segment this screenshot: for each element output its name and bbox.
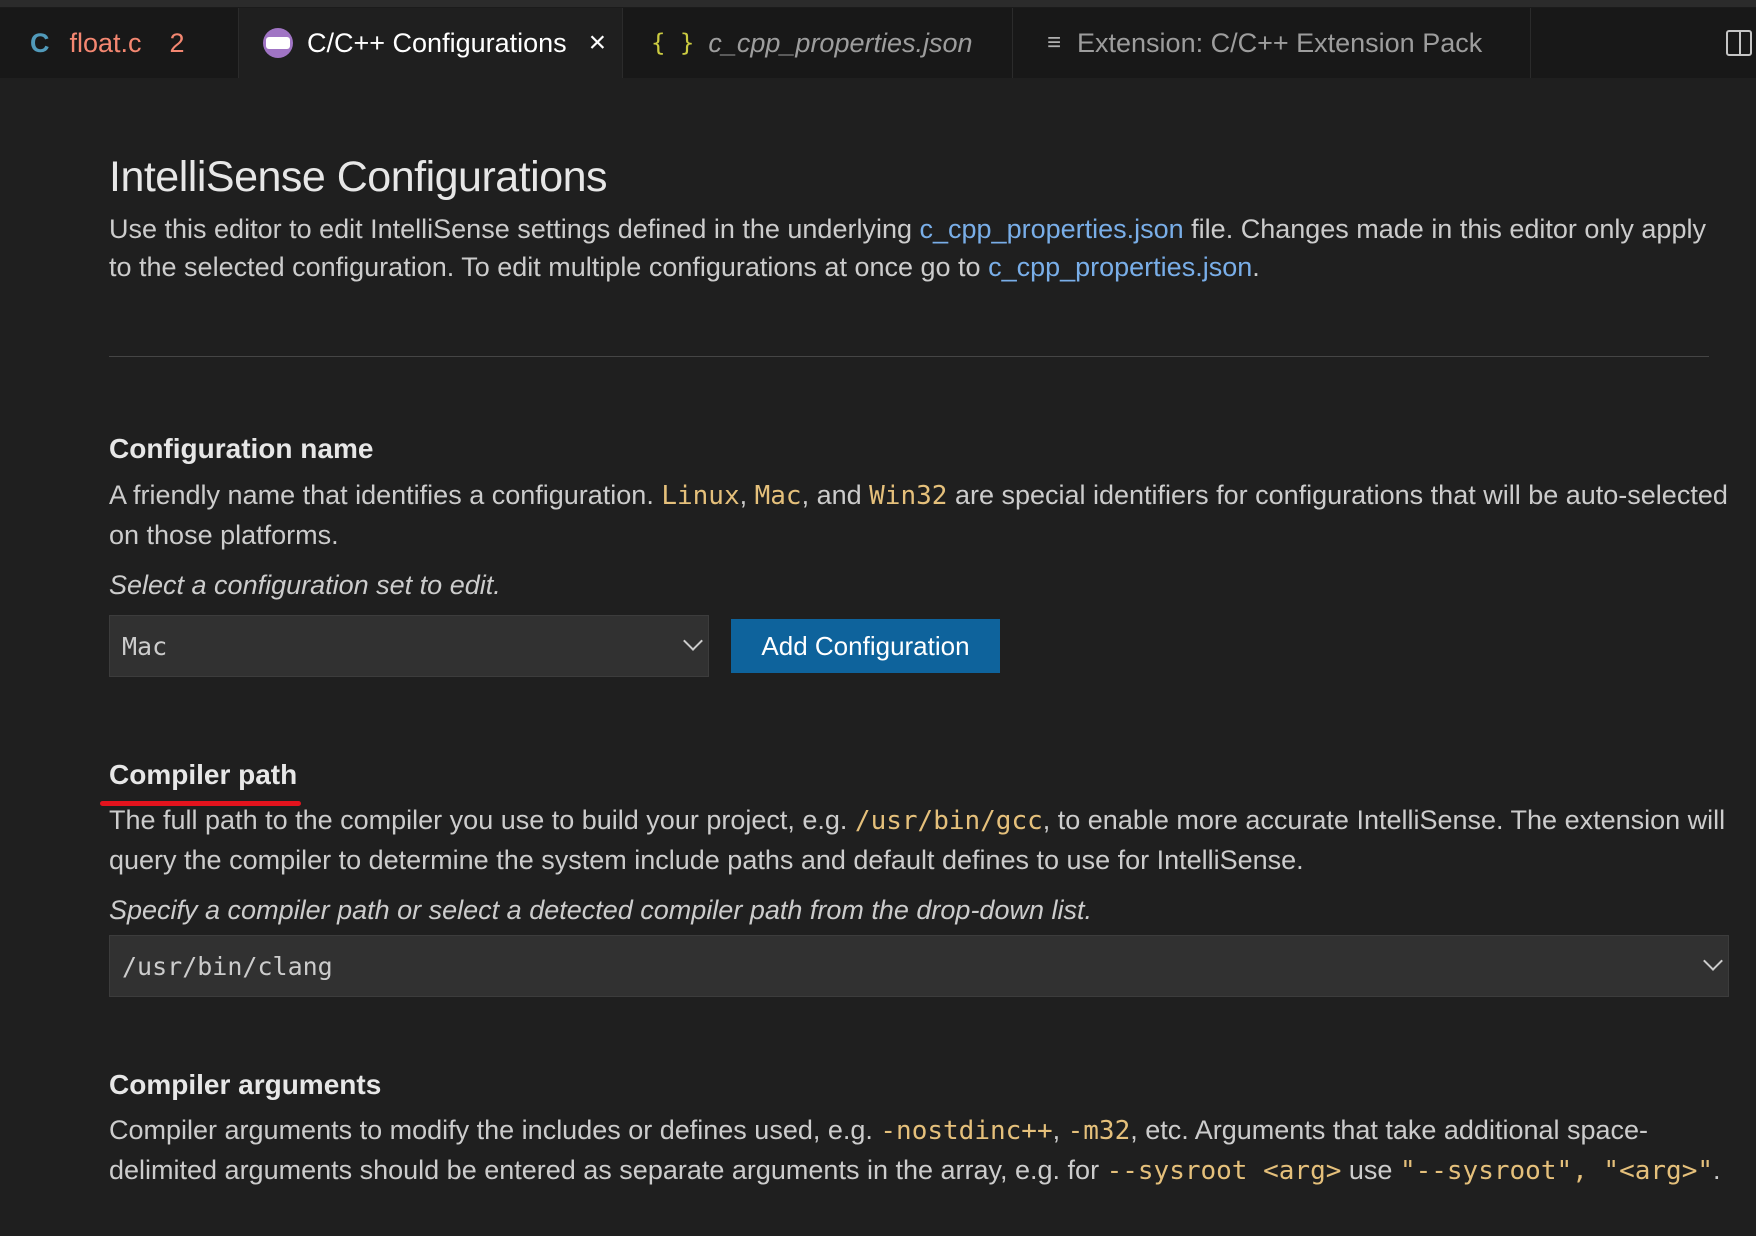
section-heading: Compiler path [109,759,298,790]
c-language-icon: C [30,27,50,58]
desc-part: , and [801,480,870,510]
compiler-path-section: Compiler path The full path to the compi… [100,759,1729,997]
section-description: A friendly name that identifies a config… [109,476,1729,555]
compiler-path-value: /usr/bin/clang [122,951,333,981]
compiler-arguments-section: Compiler arguments Compiler arguments to… [109,1069,1729,1191]
chevron-down-icon[interactable] [1703,951,1723,971]
tab-c-cpp-properties-json[interactable]: { } c_cpp_properties.json [623,8,1013,78]
inline-code: Mac [754,481,802,511]
divider [109,356,1709,357]
annotation-underline [100,801,301,806]
desc-part: , [1052,1115,1068,1145]
intro-part: . [1252,252,1260,282]
tab-cpp-configurations[interactable]: C/C++ Configurations × [239,8,623,78]
section-hint: Specify a compiler path or select a dete… [109,895,1092,925]
inline-code: Win32 [869,481,948,511]
title-strip [0,0,1756,8]
section-heading: Configuration name [109,433,374,464]
inline-code: /usr/bin/gcc [854,806,1043,836]
tab-float-c[interactable]: C float.c 2 [0,8,239,78]
desc-part: , [739,480,755,510]
document-lines-icon: ≡ [1047,29,1062,56]
c-cpp-properties-link[interactable]: c_cpp_properties.json [988,252,1252,282]
compiler-path-combobox[interactable]: /usr/bin/clang [109,935,1729,997]
intro-part: Use this editor to edit IntelliSense set… [109,214,920,244]
selected-configuration: Mac [122,631,168,661]
inline-code: -m32 [1067,1116,1131,1146]
tab-label: c_cpp_properties.json [708,27,973,58]
section-description: Compiler arguments to modify the include… [109,1111,1729,1191]
section-description: The full path to the compiler you use to… [109,801,1729,880]
inline-code: Linux [661,481,740,511]
section-heading: Compiler arguments [109,1069,382,1100]
inline-code: -nostdinc++ [880,1116,1053,1146]
desc-part: Compiler arguments to modify the include… [109,1115,881,1145]
configuration-select[interactable]: Mac [109,615,709,677]
split-editor-icon[interactable] [1726,30,1752,56]
inline-code: "--sysroot", "<arg>" [1399,1156,1714,1186]
intro-text: Use this editor to edit IntelliSense set… [109,210,1709,286]
cpp-extension-icon [263,28,293,58]
chevron-down-icon [683,631,703,651]
settings-content: IntelliSense Configurations Use this edi… [100,78,1729,1191]
json-braces-icon: { } [651,29,695,57]
section-hint: Select a configuration set to edit. [109,570,501,600]
desc-part: . [1713,1155,1721,1185]
c-cpp-properties-link[interactable]: c_cpp_properties.json [920,214,1184,244]
editor-tab-bar: C float.c 2 C/C++ Configurations × { } c… [0,8,1756,78]
inline-code: --sysroot <arg> [1106,1156,1342,1186]
desc-part: use [1341,1155,1400,1185]
tab-extension-pack[interactable]: ≡ Extension: C/C++ Extension Pack [1013,8,1531,78]
tab-label: Extension: C/C++ Extension Pack [1077,27,1483,58]
add-configuration-button[interactable]: Add Configuration [731,619,1000,673]
page-title: IntelliSense Configurations [109,153,608,201]
desc-part: A friendly name that identifies a config… [109,480,662,510]
configuration-name-section: Configuration name A friendly name that … [109,433,1729,677]
tab-label: C/C++ Configurations [307,27,567,58]
tab-label: float.c [69,27,142,58]
close-icon[interactable]: × [589,26,607,60]
configuration-controls: Mac Add Configuration [109,615,1729,677]
problem-count-badge: 2 [169,27,185,58]
desc-part: The full path to the compiler you use to… [109,805,855,835]
